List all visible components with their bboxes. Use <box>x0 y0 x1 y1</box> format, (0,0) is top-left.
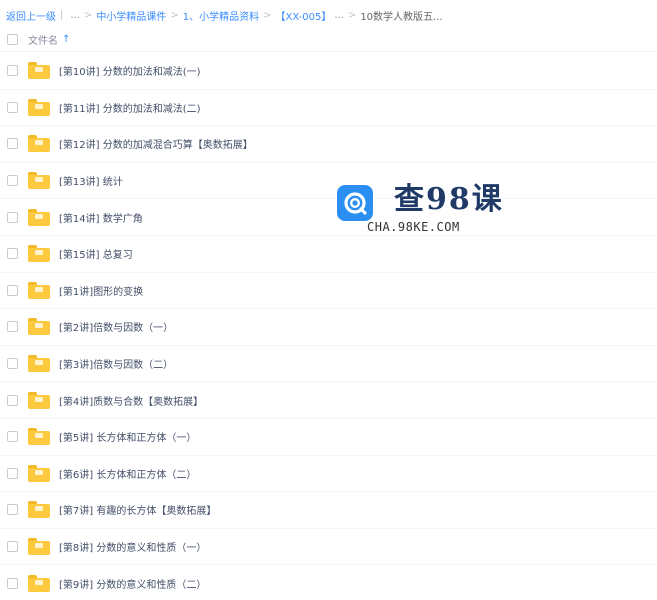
watermark: 查98课 CHA.98KE.COM <box>337 182 517 242</box>
file-row[interactable]: [第14讲] 数学广角 <box>0 199 657 236</box>
file-row[interactable]: [第2讲]倍数与因数（一） <box>0 309 657 346</box>
row-checkbox[interactable] <box>7 101 18 113</box>
file-name[interactable]: [第2讲]倍数与因数（一） <box>59 319 173 334</box>
file-row[interactable]: [第15讲] 总复习 <box>0 236 657 273</box>
breadcrumb: 返回上一级 | ... > 中小学精品课件 > 1、小学精品资料 > 【XX-0… <box>6 8 443 23</box>
watermark-url: CHA.98KE.COM <box>367 220 460 234</box>
folder-icon <box>28 318 50 336</box>
file-row[interactable]: [第4讲]质数与合数【奥数拓展】 <box>0 382 657 419</box>
folder-icon <box>28 428 50 446</box>
file-name[interactable]: [第12讲] 分数的加减混合巧算【奥数拓展】 <box>59 136 253 151</box>
row-checkbox[interactable] <box>7 175 18 187</box>
file-row[interactable]: [第6讲] 长方体和正方体（二） <box>0 456 657 493</box>
row-checkbox[interactable] <box>7 248 18 260</box>
row-checkbox[interactable] <box>7 138 18 150</box>
file-list: [第10讲] 分数的加法和减法(一) [第11讲] 分数的加法和减法(二) [第12… <box>0 53 657 600</box>
file-name[interactable]: [第1讲]图形的变换 <box>59 283 143 298</box>
file-name[interactable]: [第13讲] 统计 <box>59 173 123 188</box>
file-row[interactable]: [第12讲] 分数的加减混合巧算【奥数拓展】 <box>0 126 657 163</box>
folder-icon <box>28 501 50 519</box>
row-checkbox[interactable] <box>7 541 18 553</box>
row-checkbox[interactable] <box>7 431 18 443</box>
breadcrumb-item[interactable]: 【XX-005】 <box>275 8 331 23</box>
back-link[interactable]: 返回上一级 <box>6 8 56 23</box>
breadcrumb-ellipsis: ... <box>334 9 344 21</box>
breadcrumb-separator: > <box>83 9 93 21</box>
breadcrumb-separator: > <box>170 9 179 21</box>
file-list-header: 文件名 ↑ <box>0 28 657 52</box>
breadcrumb-separator: > <box>347 9 357 21</box>
breadcrumb-current: 10数学人教版五... <box>360 11 443 23</box>
breadcrumb-ellipsis: ... <box>70 9 80 21</box>
breadcrumb-item[interactable]: 中小学精品课件 <box>96 8 166 23</box>
file-row[interactable]: [第13讲] 统计 <box>0 163 657 200</box>
folder-icon <box>28 574 50 592</box>
row-checkbox[interactable] <box>7 321 18 333</box>
row-checkbox[interactable] <box>7 577 18 589</box>
folder-icon <box>28 172 50 190</box>
folder-icon <box>28 208 50 226</box>
file-name[interactable]: [第10讲] 分数的加法和减法(一) <box>59 63 201 78</box>
row-checkbox[interactable] <box>7 65 18 77</box>
folder-icon <box>28 245 50 263</box>
file-row[interactable]: [第7讲] 有趣的长方体【奥数拓展】 <box>0 492 657 529</box>
row-checkbox[interactable] <box>7 284 18 296</box>
breadcrumb-separator: > <box>263 9 272 21</box>
file-row[interactable]: [第5讲] 长方体和正方体（一） <box>0 419 657 456</box>
file-name[interactable]: [第6讲] 长方体和正方体（二） <box>59 466 196 481</box>
folder-icon <box>28 355 50 373</box>
select-all-checkbox[interactable] <box>7 34 18 45</box>
folder-icon <box>28 464 50 482</box>
watermark-title: 查98课 <box>394 182 504 217</box>
row-checkbox[interactable] <box>7 358 18 370</box>
file-row[interactable]: [第8讲] 分数的意义和性质（一） <box>0 529 657 566</box>
row-checkbox[interactable] <box>7 467 18 479</box>
file-row[interactable]: [第10讲] 分数的加法和减法(一) <box>0 53 657 90</box>
folder-icon <box>28 62 50 80</box>
breadcrumb-separator: | <box>60 9 64 21</box>
folder-icon <box>28 391 50 409</box>
folder-icon <box>28 281 50 299</box>
folder-icon <box>28 135 50 153</box>
file-row[interactable]: [第3讲]倍数与因数（二） <box>0 346 657 383</box>
file-name[interactable]: [第8讲] 分数的意义和性质（一） <box>59 539 206 554</box>
folder-icon <box>28 98 50 116</box>
file-name[interactable]: [第7讲] 有趣的长方体【奥数拓展】 <box>59 502 216 517</box>
file-name[interactable]: [第5讲] 长方体和正方体（一） <box>59 429 196 444</box>
logo-icon <box>337 185 373 221</box>
row-checkbox[interactable] <box>7 394 18 406</box>
folder-icon <box>28 538 50 556</box>
file-row[interactable]: [第1讲]图形的变换 <box>0 273 657 310</box>
name-column-header[interactable]: 文件名 <box>28 32 58 47</box>
row-checkbox[interactable] <box>7 504 18 516</box>
file-name[interactable]: [第9讲] 分数的意义和性质（二） <box>59 576 206 591</box>
file-name[interactable]: [第15讲] 总复习 <box>59 246 133 261</box>
file-row[interactable]: [第9讲] 分数的意义和性质（二） <box>0 565 657 600</box>
file-name[interactable]: [第4讲]质数与合数【奥数拓展】 <box>59 393 203 408</box>
breadcrumb-item[interactable]: 1、小学精品资料 <box>183 8 259 23</box>
file-row[interactable]: [第11讲] 分数的加法和减法(二) <box>0 90 657 127</box>
file-name[interactable]: [第14讲] 数学广角 <box>59 210 143 225</box>
file-name[interactable]: [第11讲] 分数的加法和减法(二) <box>59 100 201 115</box>
row-checkbox[interactable] <box>7 211 18 223</box>
sort-ascending-icon[interactable]: ↑ <box>62 34 70 45</box>
file-name[interactable]: [第3讲]倍数与因数（二） <box>59 356 173 371</box>
